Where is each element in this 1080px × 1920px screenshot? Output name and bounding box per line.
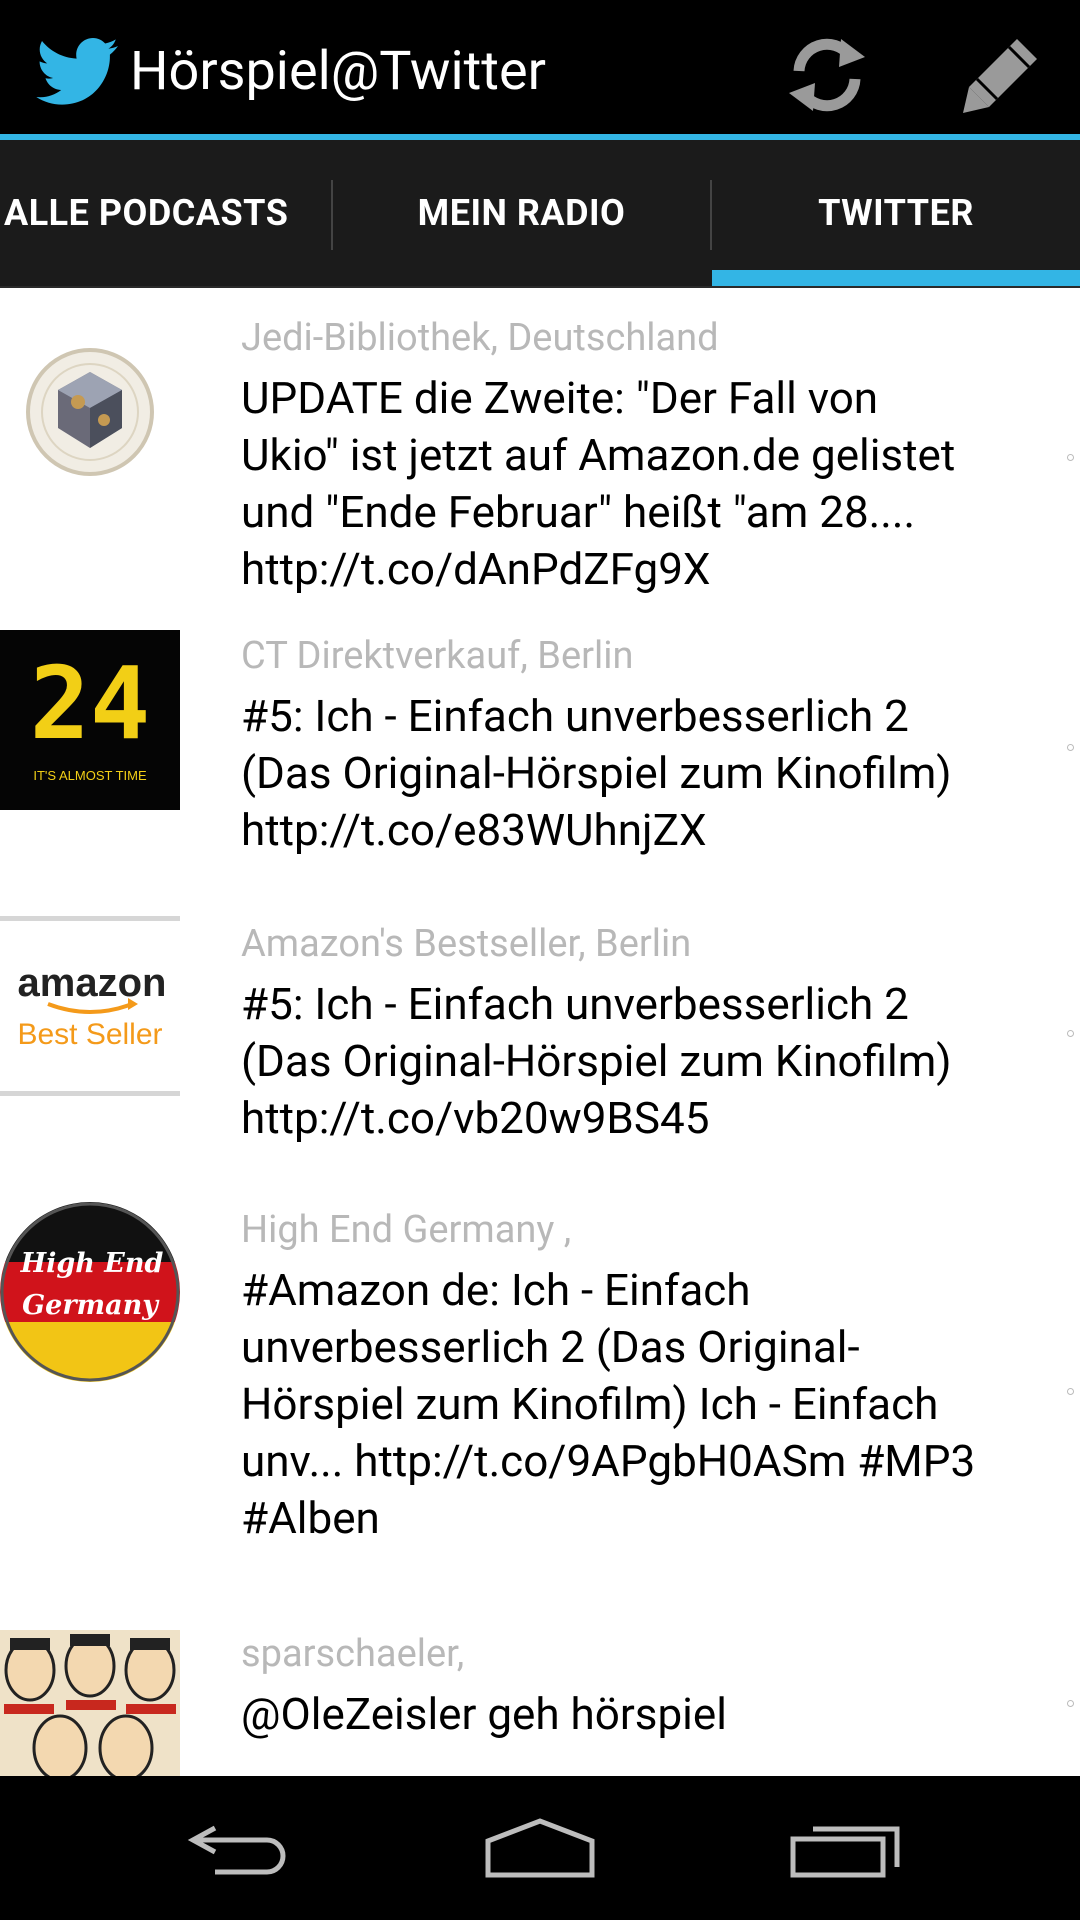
tweet-item[interactable]: 24 IT'S ALMOST TIME CT Direktverkauf, Be… bbox=[0, 630, 1080, 900]
recent-apps-icon bbox=[790, 1826, 900, 1878]
tab-twitter[interactable]: TWITTER bbox=[712, 140, 1080, 286]
app-title: Hörspiel@Twitter bbox=[130, 40, 546, 103]
tweet-item[interactable]: amazon Best Seller Amazon's Bestseller, … bbox=[0, 916, 1080, 1186]
tab-bar: ALLE PODCASTS MEIN RADIO TWITTER bbox=[0, 140, 1080, 288]
avatar-jedi-bibliothek bbox=[0, 322, 180, 502]
tweet-author: sparschaeler, bbox=[241, 1632, 465, 1676]
avatar-caption: IT'S ALMOST TIME bbox=[33, 768, 147, 783]
tweet-author: CT Direktverkauf, Berlin bbox=[241, 634, 634, 678]
tweet-text: #5: Ich - Einfach unverbesserlich 2 (Das… bbox=[241, 690, 952, 856]
tweet-item[interactable]: Jedi-Bibliothek, Deutschland UPDATE die … bbox=[0, 288, 1080, 618]
avatar-ct-direktverkauf: 24 IT'S ALMOST TIME bbox=[0, 630, 180, 810]
amazon-logo-text: amazon bbox=[18, 961, 167, 1005]
row-indicator-dot bbox=[1067, 1388, 1074, 1395]
home-icon bbox=[485, 1818, 595, 1878]
row-indicator-dot bbox=[1067, 1700, 1074, 1707]
back-icon bbox=[187, 1825, 286, 1875]
tweet-text: @OleZeisler geh hörspiel bbox=[241, 1688, 727, 1740]
navigation-bar bbox=[0, 1776, 1080, 1920]
pencil-icon bbox=[963, 39, 1037, 113]
row-indicator-dot bbox=[1067, 1030, 1074, 1037]
recent-apps-button[interactable] bbox=[760, 1796, 930, 1900]
tweet-author: High End Germany , bbox=[241, 1208, 572, 1252]
tweet-author: Jedi-Bibliothek, Deutschland bbox=[241, 316, 719, 360]
refresh-button[interactable] bbox=[782, 30, 872, 120]
tweet-item[interactable]: sparschaeler, @OleZeisler geh hörspiel bbox=[0, 1630, 1080, 1776]
home-button[interactable] bbox=[455, 1796, 625, 1900]
refresh-icon bbox=[789, 38, 865, 112]
avatar-text-high-end: High End bbox=[20, 1248, 164, 1279]
tweet-text: #Amazon de: Ich - Einfach unverbesserlic… bbox=[241, 1264, 976, 1544]
compose-button[interactable] bbox=[956, 30, 1046, 120]
action-bar: Hörspiel@Twitter bbox=[0, 0, 1080, 140]
twitter-bird-icon bbox=[36, 38, 120, 110]
best-seller-text: Best Seller bbox=[17, 1018, 162, 1051]
selected-tab-indicator bbox=[712, 270, 1080, 286]
back-button[interactable] bbox=[155, 1796, 325, 1900]
tweet-list[interactable]: Jedi-Bibliothek, Deutschland UPDATE die … bbox=[0, 288, 1080, 1776]
tab-mein-radio[interactable]: MEIN RADIO bbox=[333, 140, 710, 286]
tweet-text: #5: Ich - Einfach unverbesserlich 2 (Das… bbox=[241, 978, 952, 1144]
tab-alle-podcasts[interactable]: ALLE PODCASTS bbox=[0, 140, 331, 286]
tweet-author: Amazon's Bestseller, Berlin bbox=[241, 922, 692, 966]
avatar-text-germany: Germany bbox=[22, 1290, 160, 1321]
avatar-24-text: 24 bbox=[30, 645, 150, 762]
tweet-item[interactable]: High End Germany High End Germany , #Ama… bbox=[0, 1202, 1080, 1588]
tweet-text: UPDATE die Zweite: "Der Fall von Ukio" i… bbox=[241, 372, 956, 595]
avatar-high-end-germany: High End Germany bbox=[0, 1202, 180, 1382]
row-indicator-dot bbox=[1067, 454, 1074, 461]
avatar-amazon-bestseller: amazon Best Seller bbox=[0, 916, 180, 1096]
row-indicator-dot bbox=[1067, 744, 1074, 751]
avatar-sparschaeler bbox=[0, 1630, 180, 1776]
